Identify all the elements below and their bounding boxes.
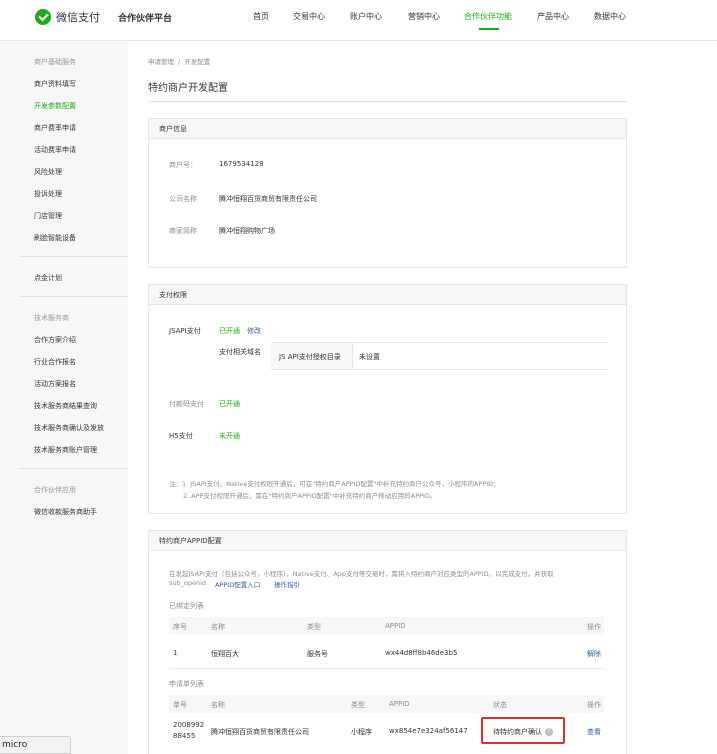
h5-label: H5支付 (169, 432, 193, 440)
page-title: 特约商户开发配置 (148, 83, 228, 94)
view-link[interactable]: 查看 (587, 727, 601, 737)
sidebar-group-tech-provider: 技术服务商 (34, 314, 69, 322)
apply-table-header (169, 695, 604, 713)
unbind-link[interactable]: 解除 (587, 649, 601, 659)
sidebar-item-stores[interactable]: 门店管理 (34, 211, 62, 221)
top-bar: 微信支付 合作伙伴平台 首页 交易中心 账户中心 营销中心 合作伙伴功能 产品中… (0, 0, 717, 41)
appid-config-entry-link[interactable]: APPID配置入口 (215, 579, 260, 589)
merchant-no-label: 商户号： (169, 161, 197, 169)
apply-col-type: 类型 (351, 701, 365, 709)
company-label: 公司名称 (169, 195, 197, 203)
apply-row-appid: wx854e7e324af56147 (389, 727, 468, 735)
js-api-dir-value: 未设置 (359, 353, 380, 361)
merchant-no-value: 1679534128 (219, 160, 264, 168)
sidebar-divider (20, 256, 128, 257)
jsapi-modify-link[interactable]: 修改 (247, 326, 261, 336)
short-name-label: 商家简称 (169, 227, 197, 235)
apply-row-type: 小程序 (351, 728, 372, 736)
sidebar-item-tech-confirm[interactable]: 技术服务商确认及发放 (34, 423, 104, 433)
merchant-info-header: 商户信息 (149, 119, 626, 139)
short-name-value: 腾冲恒翔购物广场 (219, 227, 275, 235)
bound-col-appid: APPID (385, 622, 406, 630)
pay-permissions-header: 支付权限 (149, 285, 626, 305)
bound-row-no: 1 (173, 649, 178, 657)
platform-title: 合作伙伴平台 (118, 14, 173, 24)
permissions-note-1: 注：1. JSAPI支付、Native支付权限开通后，可在"特约商户APPID配… (169, 480, 500, 488)
nav-active-indicator (479, 28, 499, 30)
sidebar-item-face-devices[interactable]: 刷脸智能设备 (34, 233, 76, 243)
apply-col-appid: APPID (389, 700, 410, 708)
apply-col-action: 操作 (587, 701, 601, 709)
bound-row-appid: wx44d8ff8b46de3b5 (385, 649, 458, 657)
nav-account-center[interactable]: 账户中心 (350, 11, 382, 22)
merchant-info-panel: 商户信息 商户号： 1679534128 公司名称 腾冲恒翔百货商贸有限责任公司… (148, 118, 627, 268)
title-divider (148, 101, 627, 102)
bound-list-title: 已绑定列表 (169, 602, 204, 610)
nav-data-center[interactable]: 数据中心 (594, 11, 626, 22)
nav-partner-functions[interactable]: 合作伙伴功能 (464, 11, 512, 22)
apply-col-no: 单号 (173, 701, 187, 709)
appid-desc-1: 在发起JSAPI支付（包括公众号，小程序），Native支付、App支付等交易时… (169, 570, 554, 578)
ime-indicator: micro (0, 736, 71, 754)
sidebar-item-dev-config[interactable]: 开发参数配置 (34, 101, 76, 111)
sidebar-group-partner-apps: 合作伙伴应用 (34, 486, 76, 494)
nav-trade-center[interactable]: 交易中心 (293, 11, 325, 22)
sidebar-item-complaints[interactable]: 投诉处理 (34, 189, 62, 199)
appid-config-panel: 特约商户APPID配置 在发起JSAPI支付（包括公众号，小程序），Native… (148, 530, 627, 754)
bound-col-name: 名称 (211, 623, 225, 631)
permissions-note-2: 2. APP支付权限开通后，需在"特约商户APPID配置"中补充特约商户移动应用… (183, 492, 437, 500)
sidebar-item-coop-intro[interactable]: 合作方案介绍 (34, 335, 76, 345)
operation-guide-link[interactable]: 操作指引 (274, 579, 300, 589)
breadcrumb-apply-management[interactable]: 申请管理 (148, 58, 174, 66)
apply-col-name: 名称 (211, 701, 225, 709)
apply-row-no-1: 2008992 (173, 721, 205, 729)
nav-product-center[interactable]: 产品中心 (537, 11, 569, 22)
row-divider (169, 668, 604, 669)
sidebar-item-rate-apply[interactable]: 商户费率申请 (34, 123, 76, 133)
apply-col-status: 状态 (493, 701, 507, 709)
h5-status: 未开通 (219, 432, 240, 440)
micropay-status: 已开通 (219, 400, 240, 408)
breadcrumb: 申请管理 / 开发配置 (148, 58, 211, 66)
sidebar-item-receipt-assistant[interactable]: 微信收款服务商助手 (34, 507, 97, 517)
bound-col-type: 类型 (307, 623, 321, 631)
sidebar-item-activity-rate[interactable]: 活动费率申请 (34, 145, 76, 155)
sidebar-item-merchant-info[interactable]: 商户资料填写 (34, 79, 76, 89)
sidebar-item-gold-plan[interactable]: 点金计划 (34, 273, 62, 283)
apply-row-no-2: 88455 (173, 732, 196, 740)
wechat-pay-icon (35, 9, 51, 25)
js-api-dir-label: JS API支付授权目录 (279, 353, 341, 361)
sidebar-item-activity-signup[interactable]: 活动方案报名 (34, 379, 76, 389)
domain-label: 支付相关域名 (219, 348, 261, 356)
bound-row-name: 恒翔百大 (211, 650, 239, 658)
appid-config-header: 特约商户APPID配置 (149, 531, 626, 551)
sidebar-divider (20, 468, 128, 469)
apply-row-name: 腾冲恒翔百货商贸有限责任公司 (211, 728, 309, 736)
nav-home[interactable]: 首页 (253, 11, 269, 22)
wechat-pay-logo[interactable]: 微信支付 (35, 9, 100, 25)
status-highlight-box (481, 717, 565, 744)
appid-desc-2: sub_openid (169, 579, 207, 587)
jsapi-status: 已开通 (219, 327, 240, 335)
js-api-dir-table: JS API支付授权目录 未设置 (271, 342, 607, 370)
pay-permissions-panel: 支付权限 JSAPI支付 已开通 修改 支付相关域名 JS API支付授权目录 … (148, 284, 627, 514)
breadcrumb-dev-config: 开发配置 (184, 58, 211, 66)
micropay-label: 付款码支付 (169, 400, 204, 408)
sidebar-group-merchant-basic: 商户基础服务 (34, 58, 76, 66)
sidebar-item-tech-account[interactable]: 技术服务商账户管理 (34, 445, 97, 455)
sidebar-item-risk[interactable]: 风险处理 (34, 167, 62, 177)
sidebar: 商户基础服务 商户资料填写 开发参数配置 商户费率申请 活动费率申请 风险处理 … (0, 41, 128, 754)
jsapi-label: JSAPI支付 (169, 327, 201, 335)
apply-list-title: 申请单列表 (169, 680, 204, 688)
bound-row-type: 服务号 (307, 650, 328, 658)
sidebar-item-industry-signup[interactable]: 行业合作报名 (34, 357, 76, 367)
nav-marketing-center[interactable]: 营销中心 (408, 11, 440, 22)
sidebar-item-tech-result[interactable]: 技术服务商结果查询 (34, 401, 97, 411)
bound-col-action: 操作 (587, 623, 601, 631)
company-value: 腾冲恒翔百货商贸有限责任公司 (219, 195, 317, 203)
logo-text: 微信支付 (56, 11, 100, 24)
bound-col-no: 序号 (173, 623, 187, 631)
main-content: 申请管理 / 开发配置 特约商户开发配置 商户信息 商户号： 1679534128 … (128, 41, 717, 754)
sidebar-divider (20, 296, 128, 297)
